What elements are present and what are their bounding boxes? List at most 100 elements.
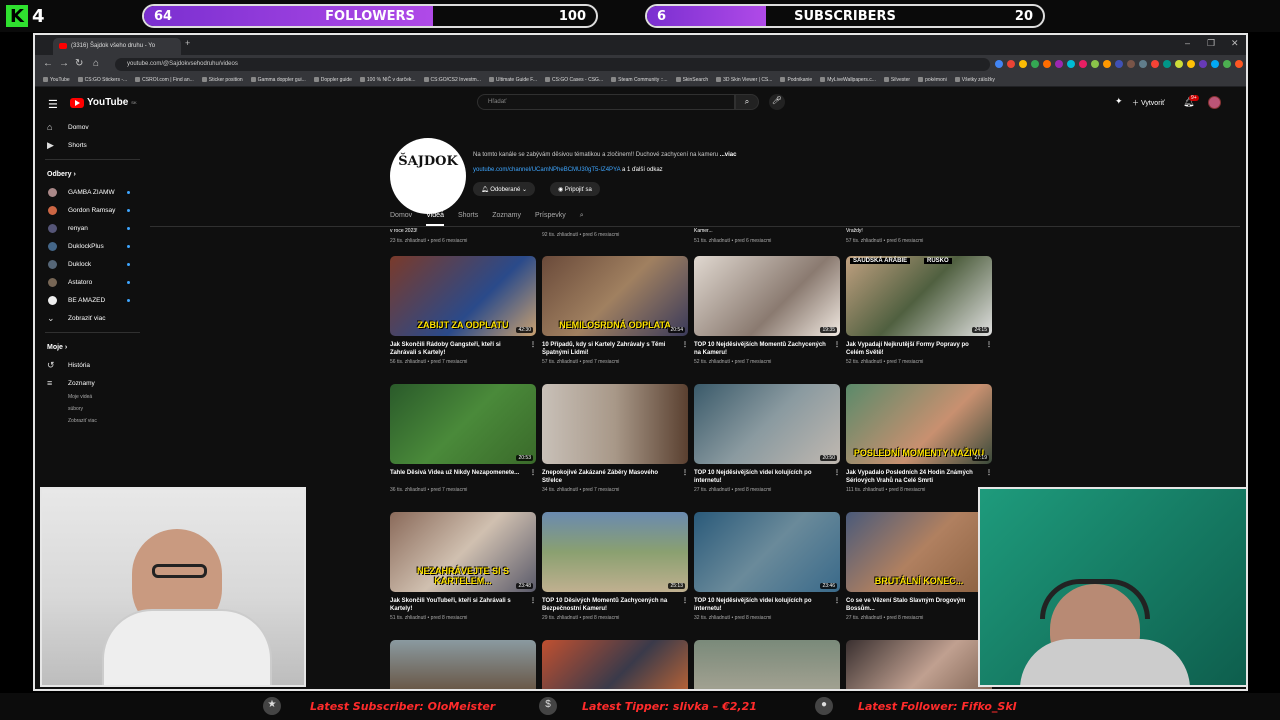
more-options-icon[interactable]: ⋮ [682, 341, 688, 349]
bookmark-item[interactable]: Všetky záložky [954, 73, 995, 83]
minimize-button[interactable]: – [1185, 38, 1190, 48]
video-card[interactable]: 20:53 Tahle Děsivá Videa už Nikdy Nezapom… [390, 384, 536, 493]
extension-icon[interactable] [1163, 60, 1171, 68]
more-options-icon[interactable]: ⋮ [986, 341, 992, 349]
avatar[interactable] [1208, 96, 1221, 109]
channel-description[interactable]: Na tomto kanále se zabývám děsivou témat… [473, 152, 736, 158]
video-card[interactable]: 23:46 TOP 10 Nejděsivějších videí kolujíc… [694, 512, 840, 621]
video-title[interactable]: TOP 10 Nejděsivějších videí kolujících p… [694, 469, 840, 485]
video-card[interactable]: 19:35 TOP 10 Nejděsivějších Momentů Zachy… [694, 256, 840, 365]
tab-zoznamy[interactable]: Zoznamy [492, 208, 521, 226]
bookmark-item[interactable]: Ultimate Guide F... [488, 73, 537, 83]
sidebar-item-your-videos[interactable]: Moje videá [35, 392, 150, 404]
more-options-icon[interactable]: ⋮ [530, 341, 536, 349]
bookmark-item[interactable]: Gamma doppler gui... [250, 73, 306, 83]
video-title[interactable]: TOP 10 Nejděsivějších Momentů Zachycenýc… [694, 341, 840, 357]
channel-link[interactable]: youtube.com/channel/UCamNPheBCMU30gT5-IZ… [473, 167, 663, 173]
sidebar-item-subscription[interactable]: Astatoro [35, 273, 150, 291]
maximize-button[interactable]: ❐ [1207, 38, 1215, 49]
cast-icon[interactable]: ✦ [1115, 96, 1123, 107]
sidebar-item-subscription[interactable]: renyan [35, 219, 150, 237]
video-card[interactable]: 25:13 TOP 10 Děsivých Momentů Zachycených… [542, 512, 688, 621]
more-options-icon[interactable]: ⋮ [834, 469, 840, 477]
video-card[interactable]: NEMILOSRDNÁ ODPLATA 20:54 10 Případů, kdy … [542, 256, 688, 365]
description-more[interactable]: ...viac [720, 152, 737, 158]
extension-icon[interactable] [1127, 60, 1135, 68]
more-options-icon[interactable]: ⋮ [682, 597, 688, 605]
more-options-icon[interactable]: ⋮ [530, 597, 536, 605]
sidebar-item-history[interactable]: ↺ História [35, 356, 150, 374]
more-options-icon[interactable]: ⋮ [986, 469, 992, 477]
channel-link-url[interactable]: youtube.com/channel/UCamNPheBCMU30gT5-IZ… [473, 167, 620, 173]
extension-icon[interactable] [1235, 60, 1243, 68]
channel-search-icon[interactable]: ⌕ [580, 208, 584, 226]
more-options-icon[interactable]: ⋮ [530, 469, 536, 477]
video-thumbnail[interactable]: ZABIJT ZA ODPLATU 42:30 [390, 256, 536, 336]
video-thumbnail[interactable]: 23:38 [390, 640, 536, 689]
bookmark-item[interactable]: Silvester [883, 73, 910, 83]
voice-search-button[interactable]: 🎤︎ [769, 94, 785, 110]
bookmark-item[interactable]: Sticker position [201, 73, 243, 83]
tab-shorts[interactable]: Shorts [458, 208, 478, 226]
more-options-icon[interactable]: ⋮ [834, 341, 840, 349]
video-thumbnail[interactable]: „ZABIL JSI MI DCERU!“22:01 [542, 640, 688, 689]
video-thumbnail[interactable]: 20:53 [390, 384, 536, 464]
extension-icon[interactable] [1067, 60, 1075, 68]
extension-icon[interactable] [1103, 60, 1111, 68]
bookmark-item[interactable]: CSROI.com | Find an... [135, 73, 194, 83]
video-thumbnail[interactable]: 20:50 [694, 384, 840, 464]
extension-icon[interactable] [995, 60, 1003, 68]
more-options-icon[interactable]: ⋮ [682, 469, 688, 477]
extension-icon[interactable] [1055, 60, 1063, 68]
bookmark-item[interactable]: MyLiveWallpapers.c... [820, 73, 876, 83]
extension-icon[interactable] [1115, 60, 1123, 68]
subscriptions-header[interactable]: Odbery › [35, 165, 150, 183]
video-card[interactable]: ZABIJT ZA ODPLATU 42:30 Jak Skončili Rádob… [390, 256, 536, 365]
sidebar-item-downloads[interactable]: súbory [35, 404, 150, 416]
create-button[interactable]: ＋ Vytvoriť [1132, 98, 1165, 108]
more-options-icon[interactable]: ⋮ [834, 597, 840, 605]
video-thumbnail[interactable]: Střelba na Floridě 201826:51 [694, 640, 840, 689]
tab-príspevky[interactable]: Príspevky [535, 208, 566, 226]
video-thumbnail[interactable]: „MŮ DÁM VÁS VŠECHNY!“ [846, 640, 992, 689]
new-tab-button[interactable]: + [185, 38, 190, 48]
video-thumbnail[interactable]: BRUTÁLNÍ KONEC... [846, 512, 992, 592]
video-card[interactable]: 20:50 TOP 10 Nejděsivějších videí kolujíc… [694, 384, 840, 493]
video-title[interactable]: 10 Případů, kdy si Kartely Zahrávaly s T… [542, 341, 688, 357]
video-card[interactable]: Znepokojivé Zakázané Záběry Masového Stř… [542, 384, 688, 493]
prev-row-item[interactable]: Vraždy! 57 tis. zhliadnutí • pred 6 mesia… [846, 228, 923, 244]
extension-icon[interactable] [1139, 60, 1147, 68]
bookmark-item[interactable]: Podnikanie [780, 73, 812, 83]
extension-icon[interactable] [1043, 60, 1051, 68]
extension-icon[interactable] [1199, 60, 1207, 68]
video-card[interactable]: NEZAHRÁVEJTE SI S KARTELEM... 23:48 Jak Sk… [390, 512, 536, 621]
home-icon[interactable]: ⌂ [93, 58, 99, 69]
sidebar-item-home[interactable]: ⌂ Domov [35, 118, 150, 136]
video-card[interactable]: POSLEDNÍ MOMENTY NAŽIVU 27:19 Jak Vypadalo… [846, 384, 992, 493]
prev-row-item[interactable]: 92 tis. zhliadnutí • pred 6 mesiacmi [542, 228, 619, 238]
bookmark-item[interactable]: SkinSearch [675, 73, 708, 83]
sidebar-item-subscription[interactable]: DuklockPlus [35, 237, 150, 255]
video-title[interactable]: Jak Vypadalo Posledních 24 Hodin Známých… [846, 469, 992, 485]
video-thumbnail[interactable]: NEZAHRÁVEJTE SI S KARTELEM... 23:48 [390, 512, 536, 592]
sidebar-item-show-more-you[interactable]: Zobraziť viac [35, 416, 150, 428]
video-card[interactable]: BRUTÁLNÍ KONEC... Co se ve Vězení Stalo S… [846, 512, 992, 621]
video-title[interactable]: Jak Skončili YouTubeři, kteří si Zahráva… [390, 597, 536, 613]
extension-icon[interactable] [1223, 60, 1231, 68]
video-card[interactable]: 23:38 [390, 640, 536, 689]
bookmark-item[interactable]: CS:GO Cases - CSG... [544, 73, 603, 83]
prev-row-item[interactable]: Kamer... 51 tis. zhliadnutí • pred 6 mesi… [694, 228, 771, 244]
tab-domov[interactable]: Domov [390, 208, 412, 226]
prev-row-item[interactable]: v roce 2023! 23 tis. zhliadnutí • pred 6 … [390, 228, 467, 244]
join-button[interactable]: ◉ Pripojiť sa [550, 182, 600, 196]
bookmark-item[interactable]: 3D Skin Viewer | CS... [716, 73, 772, 83]
extension-icon[interactable] [1031, 60, 1039, 68]
video-title[interactable]: Tahle Děsivá Videa už Nikdy Nezapomenete… [390, 469, 536, 485]
video-thumbnail[interactable]: 23:46 [694, 512, 840, 592]
bookmark-item[interactable]: Steam Community ::... [611, 73, 668, 83]
video-thumbnail[interactable]: SAUDSKÁ ARÁBIE RUSKO 24:15 [846, 256, 992, 336]
bookmark-item[interactable]: CS:GO/CS2 Investm... [423, 73, 481, 83]
show-more-button[interactable]: ⌄ Zobraziť viac [35, 309, 150, 327]
video-title[interactable]: Jak Skončili Rádoby Gangsteři, kteří si … [390, 341, 536, 357]
browser-tab[interactable]: (3316) Šajdok všeho druhu - Yo [53, 38, 181, 55]
